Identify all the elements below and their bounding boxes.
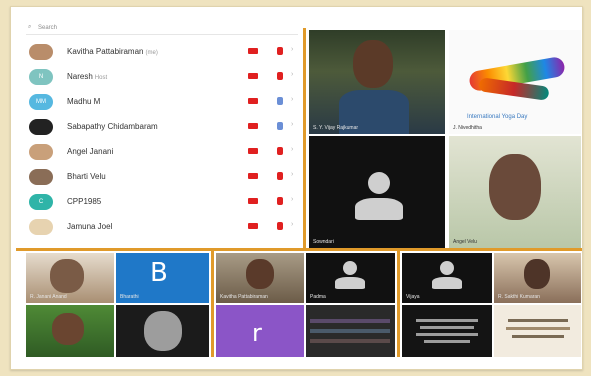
- participant-row[interactable]: Jamuna Joel ›: [26, 215, 298, 240]
- grid-divider: [303, 28, 306, 250]
- video-tile[interactable]: [402, 305, 492, 357]
- participant-name-text: Angel Janani: [67, 147, 114, 156]
- camera-icon[interactable]: [277, 72, 283, 80]
- avatar: [29, 219, 53, 235]
- event-banner-text: International Yoga Day: [467, 114, 528, 120]
- participant-search[interactable]: ⌕ Search: [26, 22, 298, 35]
- participant-name-label: Sowndari: [313, 239, 334, 245]
- chevron-right-icon[interactable]: ›: [291, 96, 293, 103]
- video-tile[interactable]: Kavitha Pattabiraman: [216, 253, 304, 303]
- camera-icon[interactable]: [277, 222, 283, 230]
- participant-name: Sabapathy Chidambaram: [67, 122, 160, 131]
- participant-name-label: Kavitha Pattabiraman: [220, 294, 268, 300]
- participant-name-label: Angel Velu: [453, 239, 477, 245]
- mic-muted-icon[interactable]: [248, 73, 258, 79]
- participant-role-tag: (me): [145, 50, 158, 56]
- mic-muted-icon[interactable]: [248, 173, 258, 179]
- participant-name: Madhu M: [67, 97, 102, 106]
- participant-name-text: Bharti Velu: [67, 172, 106, 181]
- avatar: [29, 119, 53, 135]
- participant-name: Jamuna Joel: [67, 222, 114, 231]
- avatar: MM: [29, 94, 53, 110]
- participant-row[interactable]: Angel Janani ›: [26, 140, 298, 165]
- chevron-right-icon[interactable]: ›: [291, 196, 293, 203]
- video-tile[interactable]: Sowndari: [309, 136, 445, 248]
- mic-muted-icon[interactable]: [248, 198, 258, 204]
- participant-row[interactable]: C CPP1985 ›: [26, 190, 298, 215]
- search-placeholder: Search: [38, 25, 58, 31]
- camera-icon[interactable]: [277, 197, 283, 205]
- grid-divider: [397, 251, 400, 357]
- avatar: N: [29, 69, 53, 85]
- participant-name-text: Sabapathy Chidambaram: [67, 122, 158, 131]
- camera-icon[interactable]: [277, 122, 283, 130]
- video-tile[interactable]: [26, 305, 114, 357]
- video-tile[interactable]: Padma: [306, 253, 395, 303]
- participant-name: Bharti Velu: [67, 172, 108, 181]
- participants-panel: ⌕ Search Kavitha Pattabiraman (me) › N Nares…: [16, 22, 301, 248]
- participant-name-label: J. Nivedhitha: [453, 125, 482, 131]
- video-tile[interactable]: [494, 305, 581, 357]
- chevron-right-icon[interactable]: ›: [291, 146, 293, 153]
- participant-name: Kavitha Pattabiraman (me): [67, 47, 158, 56]
- video-tile[interactable]: S. Y. Vijay Rajkumar: [309, 30, 445, 134]
- video-tile[interactable]: R. Janani Anand: [26, 253, 114, 303]
- participant-name-label: Padma: [310, 294, 326, 300]
- camera-icon[interactable]: [277, 147, 283, 155]
- participant-row[interactable]: MM Madhu M ›: [26, 90, 298, 115]
- participant-name-text: Madhu M: [67, 97, 101, 106]
- video-tile[interactable]: B Bharathi: [116, 253, 209, 303]
- participant-name-label: R. Janani Anand: [30, 294, 67, 300]
- participant-name-label: Vijaya: [406, 294, 420, 300]
- participant-name-text: CPP1985: [67, 197, 102, 206]
- video-tile[interactable]: [116, 305, 209, 357]
- grid-divider: [211, 251, 214, 357]
- participant-name-text: Kavitha Pattabiraman: [67, 47, 144, 56]
- video-tile[interactable]: Angel Velu: [449, 136, 581, 248]
- mic-muted-icon[interactable]: [248, 98, 258, 104]
- mic-muted-icon[interactable]: [248, 48, 258, 54]
- camera-icon[interactable]: [277, 172, 283, 180]
- participant-name: Naresh Host: [67, 72, 107, 81]
- avatar: C: [29, 194, 53, 210]
- video-tile[interactable]: [306, 305, 395, 357]
- chevron-right-icon[interactable]: ›: [291, 121, 293, 128]
- mic-muted-icon[interactable]: [248, 148, 258, 154]
- video-tile[interactable]: r: [216, 305, 304, 357]
- camera-icon[interactable]: [277, 97, 283, 105]
- camera-icon[interactable]: [277, 47, 283, 55]
- video-tile[interactable]: Vijaya: [402, 253, 492, 303]
- participant-row[interactable]: Kavitha Pattabiraman (me) ›: [26, 40, 298, 65]
- participant-name-label: S. Y. Vijay Rajkumar: [313, 125, 359, 131]
- search-icon: ⌕: [28, 24, 32, 30]
- participant-role-tag: Host: [94, 75, 108, 81]
- participant-row[interactable]: Bharti Velu ›: [26, 165, 298, 190]
- participant-row[interactable]: N Naresh Host ›: [26, 65, 298, 90]
- chevron-right-icon[interactable]: ›: [291, 221, 293, 228]
- avatar: [29, 144, 53, 160]
- participant-row[interactable]: Sabapathy Chidambaram ›: [26, 115, 298, 140]
- participant-name-text: Jamuna Joel: [67, 222, 113, 231]
- participant-name-label: R. Sakthi Kumaran: [498, 294, 540, 300]
- mic-muted-icon[interactable]: [248, 123, 258, 129]
- avatar: [29, 169, 53, 185]
- video-tile[interactable]: International Yoga Day J. Nivedhitha: [449, 30, 581, 134]
- avatar-letter: r: [252, 319, 262, 347]
- participant-name-text: Naresh: [67, 72, 93, 81]
- chevron-right-icon[interactable]: ›: [291, 46, 293, 53]
- participant-name-label: Bharathi: [120, 294, 139, 300]
- avatar: [29, 44, 53, 60]
- avatar-letter: B: [150, 258, 168, 288]
- mic-muted-icon[interactable]: [248, 223, 258, 229]
- participant-name: CPP1985: [67, 197, 103, 206]
- participant-name: Angel Janani: [67, 147, 115, 156]
- grid-divider: [16, 248, 582, 251]
- chevron-right-icon[interactable]: ›: [291, 71, 293, 78]
- video-tile[interactable]: R. Sakthi Kumaran: [494, 253, 581, 303]
- participant-list: Kavitha Pattabiraman (me) › N Naresh Host › MM M…: [26, 40, 298, 240]
- chevron-right-icon[interactable]: ›: [291, 171, 293, 178]
